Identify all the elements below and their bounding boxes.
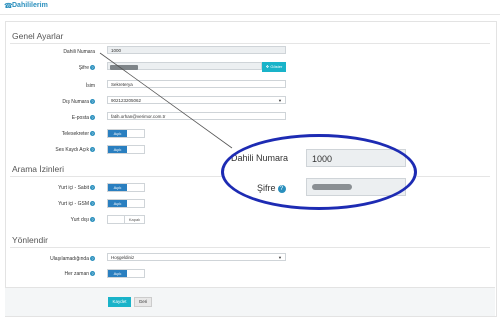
highlight-ellipse — [221, 134, 417, 210]
